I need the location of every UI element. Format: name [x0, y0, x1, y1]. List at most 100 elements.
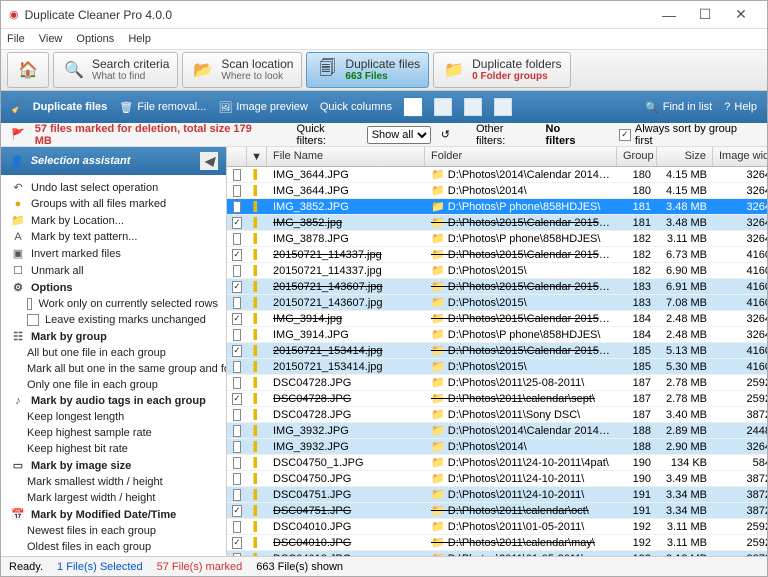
row-checkbox[interactable]	[233, 361, 241, 373]
sidebar-item[interactable]: ●Groups with all files marked	[1, 196, 226, 212]
sidebar-item[interactable]: ↶Undo last select operation	[1, 179, 226, 196]
sidebar-item[interactable]: ♪Mark by audio tags in each group	[1, 393, 226, 409]
sidebar-item[interactable]: Work only on currently selected rows	[1, 296, 226, 312]
sidebar-item[interactable]: ⚙Options	[1, 279, 226, 296]
checkbox-icon[interactable]	[27, 314, 39, 326]
col-folder[interactable]: Folder	[425, 147, 617, 166]
image-preview-button[interactable]: 🖼Image preview	[218, 101, 308, 114]
minimize-button[interactable]: —	[651, 7, 687, 23]
menu-help[interactable]: Help	[128, 33, 151, 45]
home-button[interactable]: 🏠	[7, 52, 49, 88]
sidebar-item[interactable]: ☐Unmark all	[1, 262, 226, 279]
table-row[interactable]: ✓▌DSC04751.JPG📁 D:\Photos\2011\calendar\…	[227, 503, 767, 519]
row-checkbox[interactable]	[233, 265, 241, 277]
table-row[interactable]: ▌20150721_143607.jpg📁 D:\Photos\2015\183…	[227, 295, 767, 311]
col-filename[interactable]: File Name	[267, 147, 425, 166]
find-in-list-button[interactable]: 🔍Find in list	[645, 101, 712, 114]
table-row[interactable]: ▌DSC04728.JPG📁 D:\Photos\2011\Sony DSC\1…	[227, 407, 767, 423]
table-row[interactable]: ✓▌20150721_143607.jpg📁 D:\Photos\2015\Ca…	[227, 279, 767, 295]
collapse-sidebar-button[interactable]: ◀	[200, 152, 218, 170]
row-checkbox[interactable]	[233, 521, 241, 533]
row-checkbox[interactable]: ✓	[232, 345, 242, 357]
sidebar-item[interactable]: Newest files in each group	[1, 523, 226, 539]
row-checkbox[interactable]	[233, 441, 241, 453]
scan-location-tab[interactable]: 📂 Scan locationWhere to look	[182, 52, 302, 88]
col-icon[interactable]: ▼	[247, 147, 267, 166]
table-row[interactable]: ▌DSC04750.JPG📁 D:\Photos\2011\24-10-2011…	[227, 471, 767, 487]
quickcol-3[interactable]	[464, 98, 482, 116]
menu-options[interactable]: Options	[76, 33, 114, 45]
col-checkbox[interactable]	[227, 147, 247, 166]
row-checkbox[interactable]	[233, 473, 241, 485]
table-row[interactable]: ✓▌20150721_114337.jpg📁 D:\Photos\2015\Ca…	[227, 247, 767, 263]
sidebar-item[interactable]: ▣Invert marked files	[1, 245, 226, 262]
help-button[interactable]: ?Help	[724, 101, 757, 113]
row-checkbox[interactable]	[233, 457, 241, 469]
row-checkbox[interactable]	[233, 489, 241, 501]
sidebar-item[interactable]: 📅Mark by Modified Date/Time	[1, 506, 226, 523]
row-checkbox[interactable]	[233, 185, 241, 197]
row-checkbox[interactable]: ✓	[232, 505, 242, 517]
table-row[interactable]: ▌DSC04728.JPG📁 D:\Photos\2011\25-08-2011…	[227, 375, 767, 391]
table-row[interactable]: ✓▌20150721_153414.jpg📁 D:\Photos\2015\Ca…	[227, 343, 767, 359]
sidebar-item[interactable]: 📁Mark by Location...	[1, 212, 226, 229]
table-row[interactable]: ▌IMG_3644.JPG📁 D:\Photos\2014\Calendar 2…	[227, 167, 767, 183]
close-button[interactable]: ✕	[723, 6, 759, 23]
table-row[interactable]: ▌DSC04010.JPG📁 D:\Photos\2011\01-05-2011…	[227, 519, 767, 535]
duplicate-folders-tab[interactable]: 📁 Duplicate folders0 Folder groups	[433, 52, 570, 88]
table-row[interactable]: ▌DSC04751.JPG📁 D:\Photos\2011\24-10-2011…	[227, 487, 767, 503]
table-row[interactable]: ✓▌DSC04728.JPG📁 D:\Photos\2011\calendar\…	[227, 391, 767, 407]
table-row[interactable]: ▌IMG_3878.JPG📁 D:\Photos\P phone\858HDJE…	[227, 231, 767, 247]
sidebar-item[interactable]: Mark all but one in the same group and f…	[1, 361, 226, 377]
menu-file[interactable]: File	[7, 33, 25, 45]
checkbox-icon[interactable]	[27, 298, 32, 310]
file-removal-button[interactable]: 🗑File removal...	[119, 101, 206, 114]
quickcol-2[interactable]	[434, 98, 452, 116]
row-checkbox[interactable]	[233, 169, 241, 181]
row-checkbox[interactable]	[233, 233, 241, 245]
row-checkbox[interactable]: ✓	[232, 393, 242, 405]
row-checkbox[interactable]: ✓	[232, 249, 242, 261]
reset-filter-icon[interactable]: ↺	[441, 128, 450, 141]
col-size[interactable]: Size	[657, 147, 713, 166]
row-checkbox[interactable]: ✓	[232, 281, 242, 293]
row-checkbox[interactable]	[233, 409, 241, 421]
row-checkbox[interactable]: ✓	[232, 217, 242, 229]
grid-body[interactable]: ▌IMG_3644.JPG📁 D:\Photos\2014\Calendar 2…	[227, 167, 767, 556]
row-checkbox[interactable]	[233, 201, 241, 213]
col-group[interactable]: Group	[617, 147, 657, 166]
quickcol-4[interactable]	[494, 98, 512, 116]
maximize-button[interactable]: ☐	[687, 6, 723, 23]
table-row[interactable]: ▌IMG_3852.JPG📁 D:\Photos\P phone\858HDJE…	[227, 199, 767, 215]
table-row[interactable]: ▌IMG_3644.JPG📁 D:\Photos\2014\1804.15 MB…	[227, 183, 767, 199]
table-row[interactable]: ▌IMG_3932.JPG📁 D:\Photos\2014\Calendar 2…	[227, 423, 767, 439]
sidebar-item[interactable]: Mark smallest width / height	[1, 474, 226, 490]
sidebar-item[interactable]: Keep longest length	[1, 409, 226, 425]
sidebar-item[interactable]: All but one file in each group	[1, 345, 226, 361]
row-checkbox[interactable]	[233, 329, 241, 341]
row-checkbox[interactable]	[233, 425, 241, 437]
sidebar-item[interactable]: ▭Mark by image size	[1, 457, 226, 474]
row-checkbox[interactable]	[233, 377, 241, 389]
table-row[interactable]: ✓▌DSC04010.JPG📁 D:\Photos\2011\calendar\…	[227, 535, 767, 551]
sidebar-item[interactable]: Keep highest sample rate	[1, 425, 226, 441]
sidebar-item[interactable]: Leave existing marks unchanged	[1, 312, 226, 328]
duplicate-files-tab[interactable]: 🗐 Duplicate files663 Files	[306, 52, 429, 88]
col-width[interactable]: Image width	[713, 147, 767, 166]
sidebar-item[interactable]: Keep highest bit rate	[1, 441, 226, 457]
row-checkbox[interactable]: ✓	[232, 313, 242, 325]
sidebar-item[interactable]: ☷Mark by group	[1, 328, 226, 345]
table-row[interactable]: ▌20150721_153414.jpg📁 D:\Photos\2015\185…	[227, 359, 767, 375]
table-row[interactable]: ▌IMG_3932.JPG📁 D:\Photos\2014\1882.90 MB…	[227, 439, 767, 455]
sidebar-item[interactable]: Oldest files in each group	[1, 539, 226, 555]
sidebar-item[interactable]: Mark largest width / height	[1, 490, 226, 506]
row-checkbox[interactable]: ✓	[232, 537, 242, 549]
search-criteria-tab[interactable]: 🔍 Search criteriaWhat to find	[53, 52, 178, 88]
quickcol-1[interactable]	[404, 98, 422, 116]
sidebar-item[interactable]: Only one file in each group	[1, 377, 226, 393]
menu-view[interactable]: View	[39, 33, 63, 45]
table-row[interactable]: ✓▌IMG_3852.jpg📁 D:\Photos\2015\Calendar …	[227, 215, 767, 231]
table-row[interactable]: ▌20150721_114337.jpg📁 D:\Photos\2015\182…	[227, 263, 767, 279]
table-row[interactable]: ✓▌IMG_3914.jpg📁 D:\Photos\2015\Calendar …	[227, 311, 767, 327]
sidebar-item[interactable]: AMark by text pattern...	[1, 229, 226, 245]
